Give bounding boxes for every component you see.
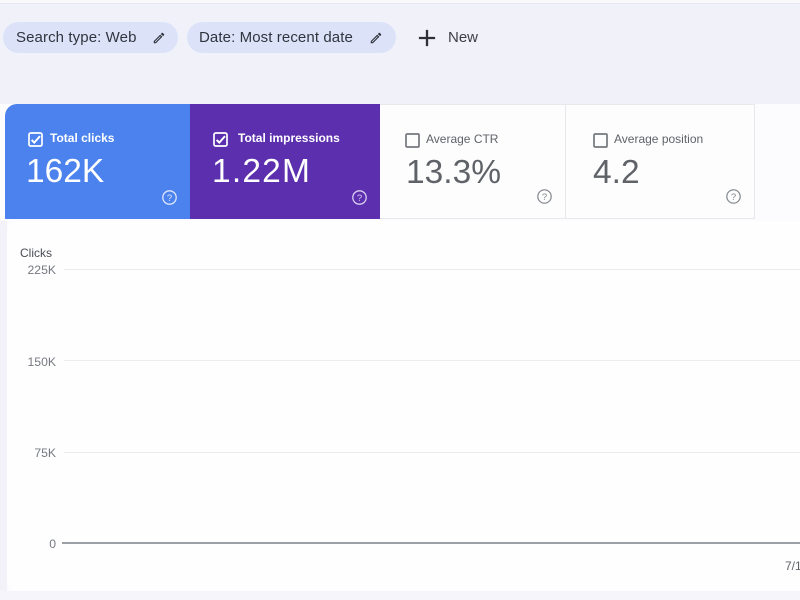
svg-text:?: ? [542, 192, 547, 203]
svg-text:?: ? [357, 193, 362, 204]
svg-text:?: ? [167, 193, 172, 204]
svg-text:?: ? [731, 192, 736, 203]
